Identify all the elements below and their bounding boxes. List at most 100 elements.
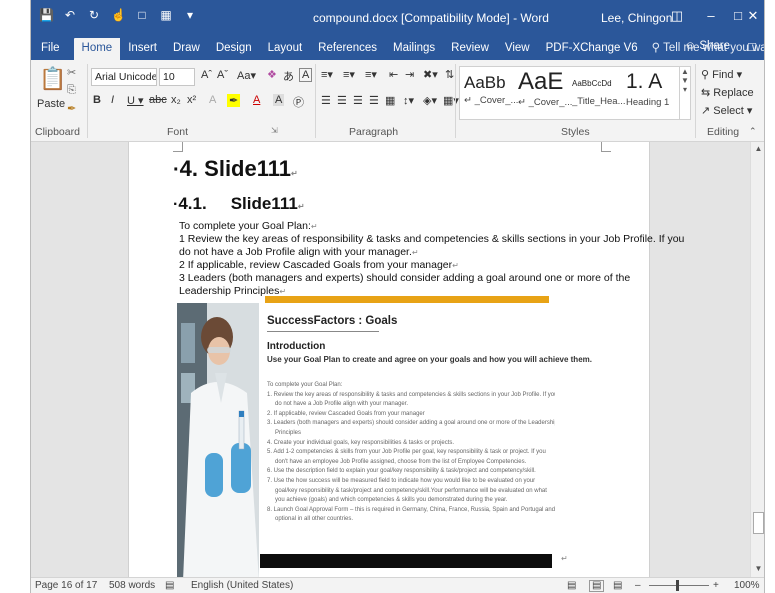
- minimize-icon[interactable]: –: [701, 8, 721, 23]
- shrink-font-icon[interactable]: Aˇ: [217, 69, 228, 81]
- ribbon-display-options-icon[interactable]: ◫: [667, 8, 687, 24]
- align-center-icon[interactable]: ☰: [337, 94, 347, 107]
- scroll-thumb[interactable]: [753, 512, 764, 534]
- align-right-icon[interactable]: ☰: [353, 94, 363, 107]
- tab-pdf-xchange[interactable]: PDF-XChange V6: [538, 38, 646, 60]
- heading-2[interactable]: ·4.1. Slide111↵: [173, 194, 305, 214]
- phonetic-guide-icon[interactable]: あ: [283, 68, 294, 84]
- close-icon[interactable]: ✕: [743, 8, 763, 24]
- character-shading-icon[interactable]: A: [273, 94, 285, 106]
- format-painter-icon[interactable]: ✒: [67, 102, 76, 115]
- find-button[interactable]: ⚲ Find ▾: [701, 68, 742, 81]
- chinese-layout-icon[interactable]: ✖▾: [423, 68, 438, 81]
- tab-mailings[interactable]: Mailings: [385, 38, 443, 60]
- tab-home[interactable]: Home: [73, 38, 121, 60]
- numbering-icon[interactable]: ≡▾: [343, 68, 355, 81]
- tab-references[interactable]: References: [310, 38, 385, 60]
- select-button[interactable]: ↗ Select ▾: [701, 104, 752, 117]
- style-cover-2[interactable]: AaE ↵ _Cover_...: [518, 69, 572, 119]
- borders-icon[interactable]: ▦▾: [443, 94, 459, 107]
- scroll-down-icon[interactable]: ▼: [751, 564, 764, 573]
- style-cover-1[interactable]: AaBb ↵ _Cover_...: [464, 69, 518, 119]
- collapse-ribbon-icon[interactable]: ⌃: [749, 126, 757, 137]
- user-name[interactable]: Lee, Chingon: [601, 11, 672, 25]
- paste-icon[interactable]: 📋: [39, 66, 66, 92]
- body-line[interactable]: 2 If applicable, review Cascaded Goals f…: [179, 259, 459, 271]
- proofing-icon[interactable]: ▤: [165, 580, 174, 591]
- zoom-out-icon[interactable]: –: [635, 580, 641, 591]
- strikethrough-icon[interactable]: abc: [149, 94, 167, 106]
- subscript-icon[interactable]: x₂: [171, 94, 181, 106]
- vertical-scrollbar[interactable]: ▲ ▼: [750, 142, 764, 577]
- font-size-select[interactable]: 10: [159, 68, 195, 86]
- font-family-select[interactable]: Arial Unicode: [91, 68, 157, 86]
- zoom-slider[interactable]: [649, 585, 709, 586]
- redo-icon[interactable]: ↻: [87, 8, 101, 22]
- clear-formatting-icon[interactable]: ❖: [267, 68, 277, 81]
- replace-button[interactable]: ⇆ Replace: [701, 86, 754, 99]
- word-count[interactable]: 508 words: [109, 580, 155, 591]
- justify-icon[interactable]: ☰: [369, 94, 379, 107]
- increase-indent-icon[interactable]: ⇥: [405, 68, 414, 81]
- tab-review[interactable]: Review: [443, 38, 497, 60]
- change-case-icon[interactable]: Aa▾: [237, 69, 256, 82]
- text-effects-icon[interactable]: A: [209, 94, 216, 106]
- font-dialog-launcher-icon[interactable]: ⇲: [271, 126, 278, 135]
- language-indicator[interactable]: English (United States): [191, 580, 293, 591]
- body-line[interactable]: do not have a Job Profile align with you…: [179, 246, 419, 258]
- tab-view[interactable]: View: [497, 38, 538, 60]
- share-button[interactable]: ☺ Share: [684, 40, 730, 52]
- tab-file[interactable]: File: [31, 38, 74, 60]
- heading-1-number: 4.: [179, 156, 199, 181]
- scroll-up-icon[interactable]: ▲: [751, 144, 764, 153]
- distributed-icon[interactable]: ▦: [385, 94, 395, 107]
- character-border-icon[interactable]: A: [299, 68, 313, 82]
- font-color-icon[interactable]: A: [253, 94, 260, 106]
- web-layout-icon[interactable]: ▤: [613, 580, 622, 591]
- cut-icon[interactable]: ✂: [67, 66, 76, 79]
- body-line[interactable]: 3 Leaders (both managers and experts) sh…: [179, 272, 630, 284]
- style-title-heading[interactable]: AaBbCcDd _Title_Hea...: [572, 69, 626, 119]
- copy-icon[interactable]: ⎘: [67, 84, 76, 97]
- multilevel-list-icon[interactable]: ≡▾: [365, 68, 377, 81]
- undo-icon[interactable]: ↶: [63, 8, 77, 22]
- style-heading-1[interactable]: 1. A Heading 1: [626, 69, 680, 119]
- align-left-icon[interactable]: ☰: [321, 94, 331, 107]
- zoom-in-icon[interactable]: +: [713, 580, 719, 591]
- new-document-icon[interactable]: □: [135, 8, 149, 22]
- tab-design[interactable]: Design: [208, 38, 260, 60]
- highlight-icon[interactable]: ✒: [227, 94, 241, 107]
- read-mode-icon[interactable]: ▤: [567, 580, 576, 591]
- bold-icon[interactable]: B: [93, 94, 101, 106]
- sort-icon[interactable]: ⇅: [445, 68, 454, 81]
- embedded-slide[interactable]: SuccessFactors : Goals Introduction Use …: [262, 309, 592, 577]
- print-layout-icon[interactable]: ▤: [589, 580, 605, 592]
- paste-button[interactable]: Paste: [37, 98, 65, 110]
- underline-icon[interactable]: U ▾: [127, 94, 144, 107]
- italic-icon[interactable]: I: [111, 94, 114, 106]
- bullets-icon[interactable]: ≡▾: [321, 68, 333, 81]
- touch-mode-icon[interactable]: ☝: [111, 8, 126, 22]
- lab-scientist-photo[interactable]: [177, 303, 259, 577]
- page-indicator[interactable]: Page 16 of 17: [35, 580, 97, 591]
- zoom-level[interactable]: 100%: [734, 580, 760, 591]
- body-line[interactable]: 1 Review the key areas of responsibility…: [179, 233, 684, 245]
- grow-font-icon[interactable]: Aˆ: [201, 69, 212, 81]
- tab-draw[interactable]: Draw: [165, 38, 208, 60]
- line-spacing-icon[interactable]: ↕▾: [403, 94, 414, 107]
- comments-icon[interactable]: □: [748, 39, 756, 54]
- shading-icon[interactable]: ◈▾: [423, 94, 437, 107]
- table-icon[interactable]: ▦: [159, 8, 173, 22]
- body-line[interactable]: To complete your Goal Plan:↵: [179, 220, 318, 232]
- enclose-characters-icon[interactable]: Ⓟ: [293, 94, 304, 110]
- styles-scroll[interactable]: ▲ ▼ ▾: [679, 67, 690, 119]
- save-icon[interactable]: 💾: [39, 8, 54, 22]
- zoom-slider-thumb[interactable]: [676, 580, 679, 591]
- decrease-indent-icon[interactable]: ⇤: [389, 68, 398, 81]
- superscript-icon[interactable]: x²: [187, 94, 196, 106]
- document-page[interactable]: ·4. Slide111↵ ·4.1. Slide111↵ To complete…: [128, 142, 684, 577]
- tab-insert[interactable]: Insert: [120, 38, 165, 60]
- tab-layout[interactable]: Layout: [260, 38, 311, 60]
- customize-qat-icon[interactable]: ▾: [183, 8, 197, 22]
- heading-1[interactable]: ·4. Slide111↵: [173, 156, 298, 182]
